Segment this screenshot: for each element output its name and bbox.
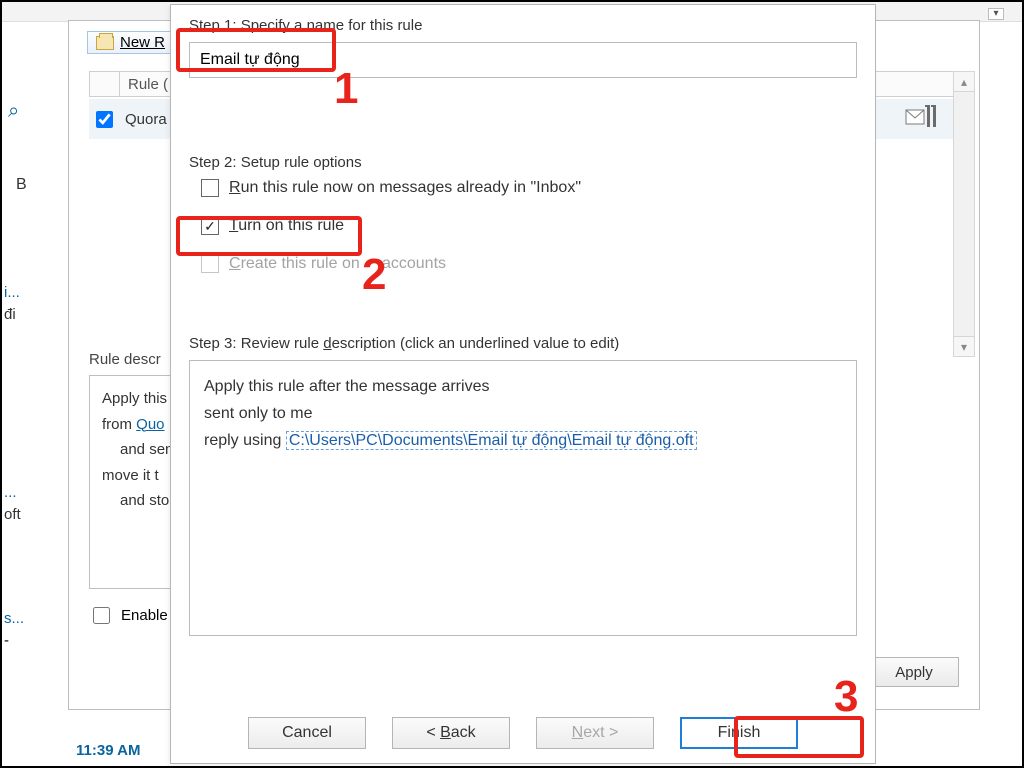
checkbox-icon — [201, 255, 219, 273]
left-fragment-text: oft — [4, 506, 21, 523]
checkbox-icon[interactable] — [201, 179, 219, 197]
cancel-button[interactable]: Cancel — [248, 717, 366, 749]
template-path-link[interactable]: C:\Users\PC\Documents\Email tự động\Emai… — [286, 431, 697, 450]
left-fragment-link: i... — [4, 284, 20, 301]
left-fragment-text: - — [4, 632, 9, 649]
run-now-option[interactable]: Run this rule now on messages already in… — [201, 179, 857, 197]
next-button: Next > — [536, 717, 654, 749]
rule-enabled-checkbox[interactable] — [96, 111, 113, 128]
scroll-down-icon[interactable]: ▾ — [954, 336, 974, 356]
create-all-accounts-label: Create this rule on accounts — [229, 255, 446, 273]
back-button[interactable]: < Back — [392, 717, 510, 749]
left-fragment-link: s... — [4, 610, 24, 627]
turn-on-rule-label: Turn on this rule — [229, 217, 344, 235]
rd-link[interactable]: Quo — [136, 416, 164, 433]
finish-button[interactable]: Finish — [680, 717, 798, 749]
step1-label: Step 1: Specify a name for this rule — [189, 17, 857, 34]
sidebar-letter: B — [16, 176, 27, 194]
enable-label: Enable — [121, 607, 168, 624]
desc-line: Apply this rule after the message arrive… — [204, 373, 842, 400]
apply-button[interactable]: Apply — [869, 657, 959, 687]
new-rule-button[interactable]: New R — [87, 31, 174, 54]
desc-line: reply using C:\Users\PC\Documents\Email … — [204, 427, 842, 454]
folder-icon — [96, 36, 114, 50]
wizard-button-row: Cancel < Back Next > Finish — [171, 717, 875, 749]
rule-description-label: Rule descr — [89, 351, 161, 368]
rules-scrollbar[interactable]: ▴ ▾ — [953, 71, 975, 357]
turn-on-rule-option[interactable]: Turn on this rule — [201, 217, 857, 235]
checkbox-icon[interactable] — [201, 217, 219, 235]
scroll-up-icon[interactable]: ▴ — [954, 72, 974, 92]
enable-checkbox[interactable] — [93, 607, 110, 624]
clock-time: 11:39 AM — [76, 742, 140, 759]
left-fragment-link: ... — [4, 484, 17, 501]
create-all-accounts-option: Create this rule on accounts — [201, 255, 857, 273]
rule-description-preview: Apply this rule after the message arrive… — [189, 360, 857, 636]
ribbon-dropdown-icon[interactable]: ▾ — [988, 8, 1004, 20]
enable-all-rss-option[interactable]: Enable — [89, 604, 168, 627]
rule-row-name: Quora — [119, 111, 167, 128]
rule-actions-icon — [905, 104, 939, 132]
run-now-label: Run this rule now on messages already in… — [229, 179, 581, 197]
search-icon[interactable]: ⌕ — [8, 100, 30, 122]
new-rule-label: New R — [120, 34, 165, 51]
rules-wizard-dialog: Step 1: Specify a name for this rule Ste… — [170, 4, 876, 764]
step2-label: Step 2: Setup rule options — [189, 154, 857, 171]
rule-name-input[interactable] — [189, 42, 857, 78]
desc-line: sent only to me — [204, 400, 842, 427]
rules-header-label: Rule ( — [120, 76, 168, 93]
left-fragment-text: đi — [4, 306, 16, 323]
step3-label: Step 3: Review rule description (click a… — [189, 335, 857, 352]
